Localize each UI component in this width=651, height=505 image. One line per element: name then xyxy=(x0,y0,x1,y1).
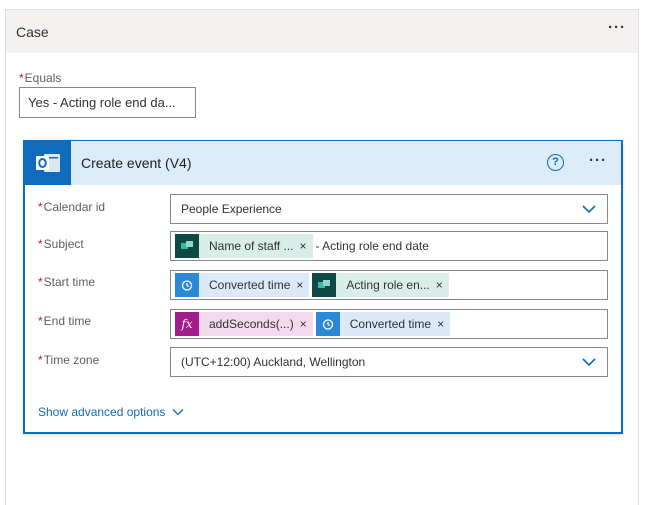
remove-token-icon[interactable]: × xyxy=(436,278,449,292)
start-acting-role-token[interactable]: Acting role en... × xyxy=(312,273,449,297)
subject-suffix-text: - Acting role end date xyxy=(315,239,429,253)
help-icon[interactable]: ? xyxy=(547,154,564,171)
action-more-options-icon[interactable]: ··· xyxy=(589,153,607,168)
end-converted-time-token[interactable]: Converted time × xyxy=(315,312,451,336)
calendar-id-label: *Calendar id xyxy=(38,200,106,214)
outlook-icon xyxy=(25,141,71,185)
clock-icon xyxy=(175,273,199,297)
case-container: Case ··· *Equals Yes - Acting role end d… xyxy=(5,9,639,505)
create-event-card: Create event (V4) ? ··· *Calendar id Peo… xyxy=(23,140,623,434)
chevron-down-icon[interactable] xyxy=(582,204,596,214)
create-event-title: Create event (V4) xyxy=(81,155,192,171)
dataverse-icon xyxy=(312,273,337,297)
subject-label: *Subject xyxy=(38,237,84,251)
end-addseconds-token[interactable]: fx addSeconds(...) × xyxy=(175,312,313,336)
subject-input[interactable]: Name of staff ... × - Acting role end da… xyxy=(170,231,608,261)
clock-icon xyxy=(315,312,340,336)
start-time-input[interactable]: Converted time × Acting role en... × xyxy=(170,270,608,300)
end-time-label: *End time xyxy=(38,314,92,328)
calendar-id-value: People Experience xyxy=(181,202,282,216)
time-zone-label: *Time zone xyxy=(38,353,100,367)
dataverse-icon xyxy=(175,234,199,258)
case-more-options-icon[interactable]: ··· xyxy=(608,20,626,35)
end-time-input[interactable]: fx addSeconds(...) × Converted time × xyxy=(170,309,608,339)
subject-token[interactable]: Name of staff ... × xyxy=(175,234,313,258)
show-advanced-options-link[interactable]: Show advanced options xyxy=(38,405,184,419)
chevron-down-icon xyxy=(172,409,184,416)
case-title: Case xyxy=(16,23,49,40)
time-zone-value: (UTC+12:00) Auckland, Wellington xyxy=(181,355,366,369)
remove-token-icon[interactable]: × xyxy=(437,317,450,331)
start-time-label: *Start time xyxy=(38,275,96,289)
start-converted-time-token[interactable]: Converted time × xyxy=(175,273,310,297)
equals-label: *Equals xyxy=(19,71,62,85)
remove-token-icon[interactable]: × xyxy=(296,278,309,292)
remove-token-icon[interactable]: × xyxy=(299,239,312,253)
create-event-header[interactable]: Create event (V4) ? ··· xyxy=(25,141,621,185)
function-icon: fx xyxy=(175,312,199,336)
remove-token-icon[interactable]: × xyxy=(300,317,313,331)
chevron-down-icon[interactable] xyxy=(582,357,596,367)
equals-input[interactable]: Yes - Acting role end da... xyxy=(19,87,196,118)
case-header[interactable]: Case ··· xyxy=(6,10,638,53)
calendar-id-dropdown[interactable]: People Experience xyxy=(170,194,608,224)
time-zone-dropdown[interactable]: (UTC+12:00) Auckland, Wellington xyxy=(170,347,608,377)
